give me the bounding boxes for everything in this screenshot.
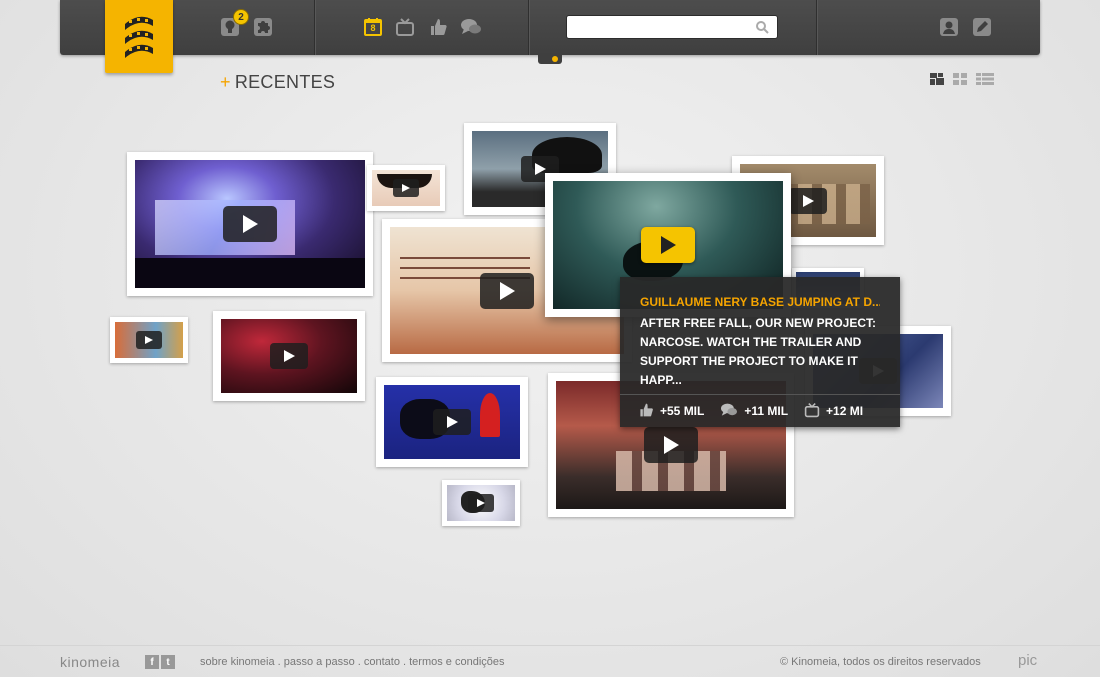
music-staff [400, 257, 530, 259]
page-title: + RECENTES [220, 72, 335, 93]
play-button[interactable] [641, 227, 695, 263]
twitter-icon[interactable]: t [161, 655, 175, 669]
video-thumbnail[interactable] [127, 152, 373, 296]
calendar-icon[interactable]: 8 [362, 16, 384, 38]
facebook-icon[interactable]: f [145, 655, 159, 669]
top-navigation-bar [60, 0, 1040, 55]
copyright-text: © Kinomeia, todos os direitos reservados [780, 656, 981, 668]
likes-stat: +55 MIL [638, 402, 704, 421]
divider [816, 0, 817, 55]
tv-icon[interactable] [394, 16, 416, 38]
play-button[interactable] [433, 409, 471, 435]
calendar-day: 8 [370, 23, 376, 33]
edit-pencil-icon[interactable] [971, 16, 993, 38]
play-button[interactable] [468, 494, 494, 512]
views-count: +12 MI [826, 404, 864, 418]
video-description: AFTER FREE FALL, OUR NEW PROJECT: NARCOS… [640, 316, 877, 387]
play-button[interactable] [223, 206, 277, 242]
play-button[interactable] [136, 331, 162, 349]
film-reel-logo-icon [125, 16, 153, 58]
mosaic-view-icon[interactable] [930, 72, 945, 90]
play-button[interactable] [644, 427, 698, 463]
pic-logo[interactable]: pic [1018, 652, 1037, 669]
views-stat: +12 MI [804, 402, 863, 421]
play-button[interactable] [480, 272, 534, 309]
puzzle-icon[interactable] [252, 16, 274, 38]
play-button[interactable] [393, 179, 419, 197]
stage-floor [135, 258, 365, 288]
comments-stat: +11 MIL [720, 402, 788, 421]
video-thumbnail[interactable] [367, 165, 445, 211]
music-staff [400, 267, 530, 269]
footer-links[interactable]: sobre kinomeia . passo a passo . contato… [200, 656, 505, 668]
footer-brand[interactable]: kinomeia [60, 654, 120, 670]
play-button[interactable] [270, 343, 308, 369]
panel-toggle[interactable] [538, 54, 562, 64]
search-input[interactable] [567, 16, 747, 38]
video-thumbnail[interactable] [376, 377, 528, 467]
notification-badge: 2 [233, 9, 249, 25]
thumbs-up-icon [638, 402, 654, 421]
social-links: f t [145, 655, 175, 669]
kinomeia-logo[interactable] [105, 0, 173, 73]
video-thumbnail[interactable] [442, 480, 520, 526]
likes-count: +55 MIL [660, 404, 705, 418]
chat-bubbles-icon [720, 402, 738, 421]
red-figure [480, 393, 500, 437]
plus-icon: + [220, 72, 231, 92]
search-icon[interactable] [755, 20, 769, 39]
chat-bubbles-icon[interactable] [460, 16, 482, 38]
footer: kinomeia f t sobre kinomeia . passo a pa… [0, 645, 1100, 677]
divider [528, 0, 529, 55]
user-profile-icon[interactable] [938, 16, 960, 38]
video-info-tooltip: GUILLAUME NERY BASE JUMPING AT D... AFTE… [620, 277, 900, 427]
video-title[interactable]: GUILLAUME NERY BASE JUMPING AT D... [640, 295, 880, 309]
divider [314, 0, 315, 55]
tv-icon [804, 402, 820, 421]
view-mode-switcher [930, 72, 994, 90]
video-thumbnail[interactable] [213, 311, 365, 401]
grid-view-icon[interactable] [953, 72, 968, 90]
video-thumbnail[interactable] [110, 317, 188, 363]
video-stats: +55 MIL +11 MIL +12 MI [620, 394, 900, 427]
list-view-icon[interactable] [976, 72, 994, 90]
search-box[interactable] [566, 15, 778, 39]
comments-count: +11 MIL [744, 404, 789, 418]
toggle-indicator [552, 56, 558, 62]
thumbs-up-icon[interactable] [427, 16, 449, 38]
play-button[interactable] [789, 187, 827, 214]
section-title-label: RECENTES [234, 72, 336, 92]
